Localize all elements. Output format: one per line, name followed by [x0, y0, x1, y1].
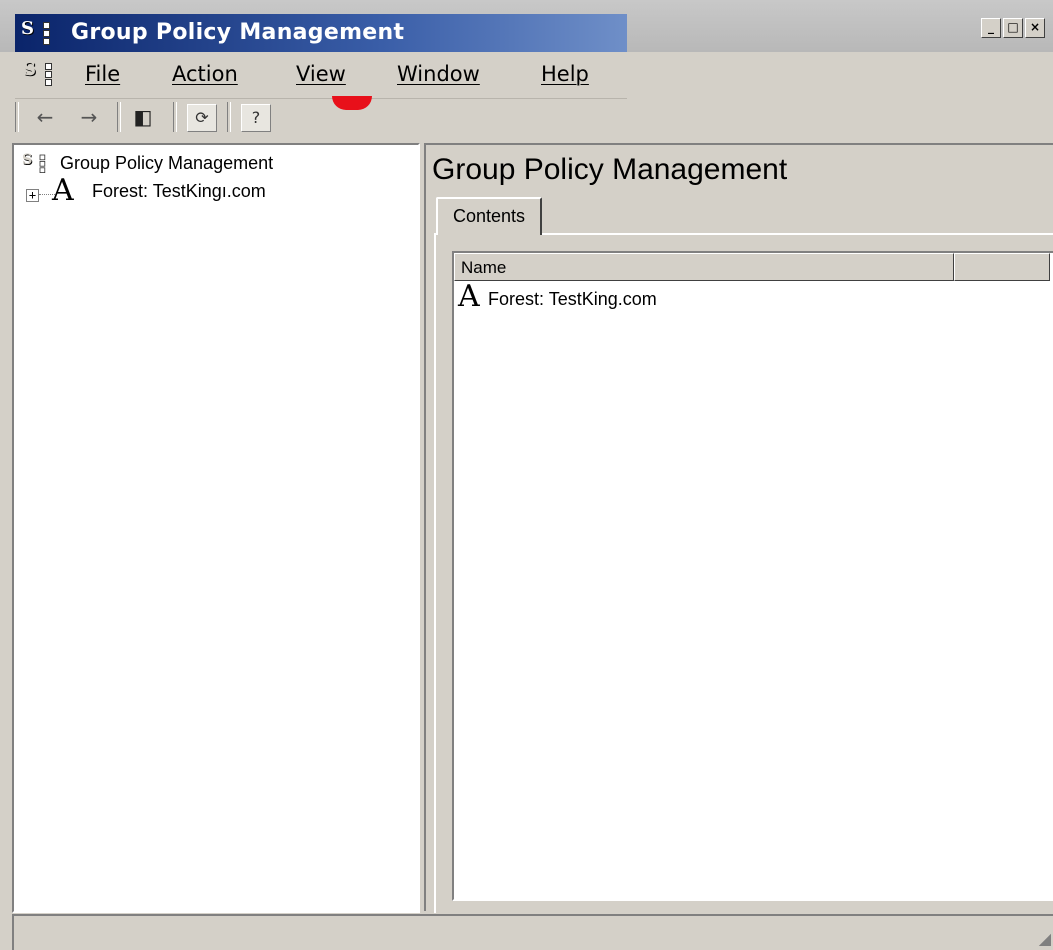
gpmc-node-icon: S: [22, 151, 51, 173]
toolbar: ← → ◧ ⟳ ?: [15, 98, 1053, 138]
close-button[interactable]: ×: [1025, 18, 1045, 38]
console-tree-pane: S Group Policy Management + A Forest: Te…: [12, 143, 420, 913]
details-title: Group Policy Management: [432, 153, 788, 186]
forest-icon: A: [458, 279, 480, 314]
maximize-button[interactable]: □: [1003, 18, 1023, 38]
refresh-icon[interactable]: ⟳: [187, 104, 217, 132]
gpmc-app-icon: S: [21, 18, 57, 45]
help-icon[interactable]: ?: [241, 104, 271, 132]
column-header-empty[interactable]: [954, 253, 1050, 281]
toolbar-separator: [117, 102, 121, 132]
menu-view[interactable]: View: [296, 62, 346, 86]
menu-window[interactable]: Window: [397, 62, 480, 86]
show-hide-tree-icon[interactable]: ◧: [129, 104, 157, 130]
column-header-name[interactable]: Name: [454, 253, 954, 281]
toolbar-separator: [173, 102, 177, 132]
list-item-label: Forest: TestKing.com: [488, 289, 657, 309]
toolbar-separator: [15, 102, 19, 132]
toolbar-separator: [227, 102, 231, 132]
contents-list: Name A Forest: TestKing.com: [452, 251, 1053, 901]
forest-icon: A: [52, 173, 74, 208]
resize-grip-icon[interactable]: ◢: [1039, 929, 1051, 948]
details-pane: Group Policy Management Contents Name A …: [424, 143, 1053, 913]
contents-tab-panel: Name A Forest: TestKing.com: [434, 233, 1053, 913]
menu-bar: S File Action View Window Help: [15, 52, 627, 99]
menu-help[interactable]: Help: [541, 62, 589, 86]
tree-forest-label: Forest: TestKingı.com: [92, 181, 266, 201]
tab-contents[interactable]: Contents: [436, 197, 542, 235]
menu-action[interactable]: Action: [172, 62, 238, 86]
tree-root-label: Group Policy Management: [60, 153, 274, 173]
title-bar: S Group Policy Management: [15, 14, 627, 52]
expand-icon[interactable]: +: [26, 189, 39, 202]
menu-file[interactable]: File: [85, 62, 120, 86]
system-menu-icon[interactable]: S: [23, 59, 59, 86]
back-arrow-icon[interactable]: ←: [31, 104, 59, 130]
window-controls: _ □ ×: [981, 18, 1045, 38]
minimize-button[interactable]: _: [981, 18, 1001, 38]
forward-arrow-icon[interactable]: →: [75, 104, 103, 130]
status-bar: ◢: [12, 914, 1053, 950]
window-title: Group Policy Management: [71, 20, 405, 45]
